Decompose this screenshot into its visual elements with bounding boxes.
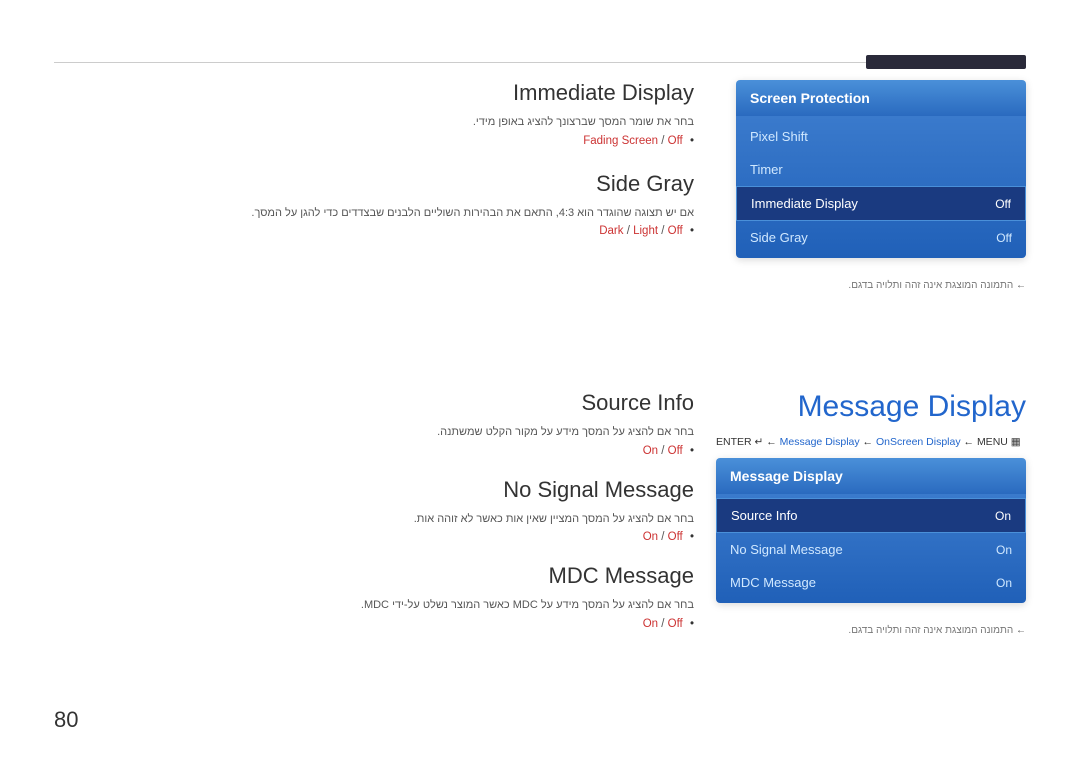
sep1: / <box>658 135 668 147</box>
bullet-2: • <box>690 225 694 237</box>
off-option-1: Off <box>668 135 683 147</box>
panel-item-side-gray[interactable]: Side Gray Off <box>736 221 1026 254</box>
side-gray-value: Off <box>996 231 1012 245</box>
no-signal-section: No Signal Message בחר אם להציג על המסך ה… <box>54 477 694 544</box>
mdc-message-desc: בחר אם להציג על המסך מידע על MDC כאשר המ… <box>54 597 694 614</box>
source-info-options: On / Off • <box>54 445 694 457</box>
panel-item-no-signal[interactable]: No Signal Message On <box>716 533 1026 566</box>
bottom-left-content: Source Info בחר אם להציג על המסך מידע על… <box>54 390 694 648</box>
immediate-display-options: Fading Screen / Off • <box>54 135 694 147</box>
breadcrumb-menu: MENU <box>977 436 1008 448</box>
source-info-on: On <box>643 445 658 457</box>
breadcrumb-arrow-2: ← <box>863 436 876 448</box>
no-signal-off: Off <box>668 531 683 543</box>
screen-protection-header: Screen Protection <box>736 80 1026 116</box>
screen-protection-panel: Screen Protection Pixel Shift Timer Imme… <box>736 80 1026 293</box>
side-gray-section: Side Gray אם יש תצוגה שהוגדר הוא 4:3, הת… <box>54 171 694 238</box>
immediate-display-label: Immediate Display <box>751 196 858 211</box>
fading-screen-option: Fading Screen <box>583 135 658 147</box>
dark-option: Dark <box>599 225 623 237</box>
no-signal-desc: בחר אם להציג על המסך המציין שאין אות כאש… <box>54 511 694 528</box>
breadcrumb-arrow-1: ← <box>766 436 779 448</box>
message-display-panel-body: Source Info On No Signal Message On MDC … <box>716 494 1026 603</box>
side-gray-desc: אם יש תצוגה שהוגדר הוא 4:3, התאם את הבהי… <box>54 205 694 222</box>
timer-label: Timer <box>750 162 783 177</box>
mdc-message-off: Off <box>668 618 683 630</box>
mdc-message-menu-value: On <box>996 576 1012 590</box>
message-display-box: Message Display Source Info On No Signal… <box>716 458 1026 603</box>
mdc-message-on: On <box>643 618 658 630</box>
bullet-1: • <box>690 135 694 147</box>
no-signal-title: No Signal Message <box>54 477 694 503</box>
message-display-note: התמונה המוצגת אינה זהה ותלויה בדגם. <box>716 623 1026 638</box>
screen-protection-body: Pixel Shift Timer Immediate Display Off … <box>736 116 1026 258</box>
left-top-content: Immediate Display בחר את שומר המסך שברצו… <box>54 80 694 255</box>
source-info-menu-label: Source Info <box>731 508 798 523</box>
immediate-display-desc: בחר את שומר המסך שברצונך להציג באופן מיד… <box>54 114 694 131</box>
source-info-desc: בחר אם להציג על המסך מידע על מקור הקלט ש… <box>54 424 694 441</box>
screen-protection-box: Screen Protection Pixel Shift Timer Imme… <box>736 80 1026 258</box>
breadcrumb-onscreen-display: OnScreen Display <box>876 436 961 448</box>
message-display-panel-header: Message Display <box>716 458 1026 494</box>
breadcrumb-message-display: Message Display <box>780 436 860 448</box>
screen-protection-note: התמונה המוצגת אינה זהה ותלויה בדגם. <box>736 278 1026 293</box>
panel-item-immediate-display[interactable]: Immediate Display Off <box>736 186 1026 221</box>
panel-item-source-info[interactable]: Source Info On <box>716 498 1026 533</box>
no-signal-options: On / Off • <box>54 531 694 543</box>
source-info-title: Source Info <box>54 390 694 416</box>
no-signal-menu-label: No Signal Message <box>730 542 843 557</box>
mdc-message-section: MDC Message בחר אם להציג על המסך מידע על… <box>54 563 694 630</box>
panel-item-pixel-shift[interactable]: Pixel Shift <box>736 120 1026 153</box>
mdc-message-options: On / Off • <box>54 618 694 630</box>
panel-item-timer[interactable]: Timer <box>736 153 1026 186</box>
enter-breadcrumb-bar: ENTER ↵ ← Message Display ← OnScreen Dis… <box>716 436 1026 448</box>
page-number: 80 <box>54 707 78 733</box>
pixel-shift-label: Pixel Shift <box>750 129 808 144</box>
source-info-section: Source Info בחר אם להציג על המסך מידע על… <box>54 390 694 457</box>
source-info-menu-value: On <box>995 509 1011 523</box>
enter-arrow-icon: ↵ <box>755 436 764 448</box>
immediate-display-section: Immediate Display בחר את שומר המסך שברצו… <box>54 80 694 147</box>
enter-label: ENTER <box>716 436 755 448</box>
top-right-bar <box>866 55 1026 69</box>
breadcrumb-arrow-3: ← <box>964 436 977 448</box>
message-display-panel: Message Display ENTER ↵ ← Message Displa… <box>716 390 1026 638</box>
panel-item-mdc-message[interactable]: MDC Message On <box>716 566 1026 599</box>
light-option: Light <box>633 225 658 237</box>
no-signal-on: On <box>643 531 658 543</box>
message-display-title: Message Display <box>716 390 1026 424</box>
side-gray-title: Side Gray <box>54 171 694 197</box>
immediate-display-value: Off <box>995 197 1011 211</box>
side-gray-options: Dark / Light / Off • <box>54 225 694 237</box>
immediate-display-title: Immediate Display <box>54 80 694 106</box>
mdc-message-title: MDC Message <box>54 563 694 589</box>
mdc-message-menu-label: MDC Message <box>730 575 816 590</box>
off-option-2: Off <box>668 225 683 237</box>
no-signal-menu-value: On <box>996 543 1012 557</box>
source-info-off: Off <box>668 445 683 457</box>
menu-grid-icon: ▦ <box>1011 436 1021 448</box>
side-gray-label: Side Gray <box>750 230 808 245</box>
